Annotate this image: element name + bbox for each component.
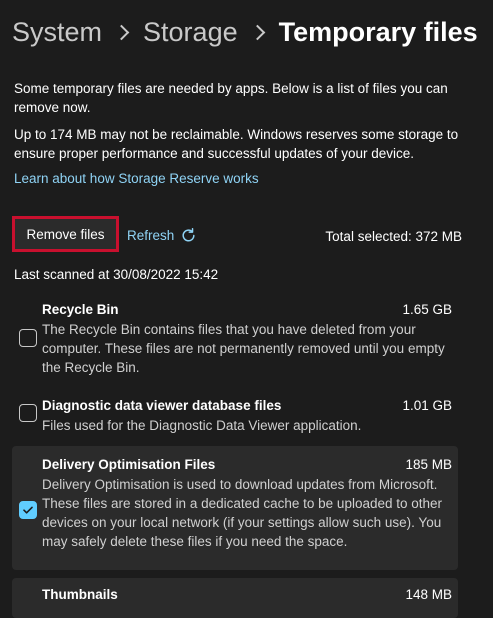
- checkmark-icon: [23, 506, 33, 514]
- list-item-recycle-bin[interactable]: Recycle Bin 1.65 GB The Recycle Bin cont…: [12, 296, 458, 380]
- breadcrumb-storage[interactable]: Storage: [143, 14, 238, 50]
- item-title: Delivery Optimisation Files: [42, 457, 216, 472]
- chevron-right-icon: [249, 24, 265, 40]
- last-scanned: Last scanned at 30/08/2022 15:42: [14, 267, 219, 282]
- diagnostic-data-checkbox[interactable]: [19, 404, 37, 422]
- total-selected: Total selected: 372 MB: [325, 229, 462, 244]
- list-item-diagnostic-data[interactable]: Diagnostic data viewer database files 1.…: [12, 390, 458, 438]
- item-description: Delivery Optimisation is used to downloa…: [42, 477, 443, 549]
- item-title: Diagnostic data viewer database files: [42, 398, 282, 413]
- refresh-icon: [182, 227, 195, 242]
- item-size: 148 MB: [405, 587, 452, 602]
- delivery-optimisation-checkbox[interactable]: [19, 501, 37, 519]
- item-size: 1.01 GB: [402, 398, 452, 413]
- recycle-bin-checkbox[interactable]: [19, 329, 37, 347]
- intro-text: Some temporary files are needed by apps.…: [14, 81, 448, 115]
- item-title: Recycle Bin: [42, 302, 119, 317]
- reserve-text: Up to 174 MB may not be reclaimable. Win…: [14, 127, 459, 161]
- chevron-right-icon: [113, 24, 130, 40]
- breadcrumb: System Storage Temporary files: [12, 14, 478, 50]
- refresh-button[interactable]: Refresh: [127, 227, 197, 244]
- item-size: 185 MB: [405, 457, 452, 472]
- remove-files-button[interactable]: Remove files: [12, 216, 119, 252]
- page-title: Temporary files: [278, 17, 478, 47]
- refresh-label: Refresh: [127, 228, 175, 243]
- list-item-delivery-optimisation[interactable]: Delivery Optimisation Files 185 MB Deliv…: [12, 446, 458, 570]
- item-description: Files used for the Diagnostic Data Viewe…: [42, 418, 362, 433]
- list-item-thumbnails[interactable]: Thumbnails 148 MB: [12, 578, 458, 618]
- remove-files-label: Remove files: [26, 226, 105, 242]
- item-size: 1.65 GB: [402, 302, 452, 317]
- item-description: The Recycle Bin contains files that you …: [42, 322, 445, 375]
- item-title: Thumbnails: [42, 587, 118, 602]
- breadcrumb-system[interactable]: System: [12, 14, 102, 50]
- storage-reserve-link[interactable]: Learn about how Storage Reserve works: [14, 171, 259, 186]
